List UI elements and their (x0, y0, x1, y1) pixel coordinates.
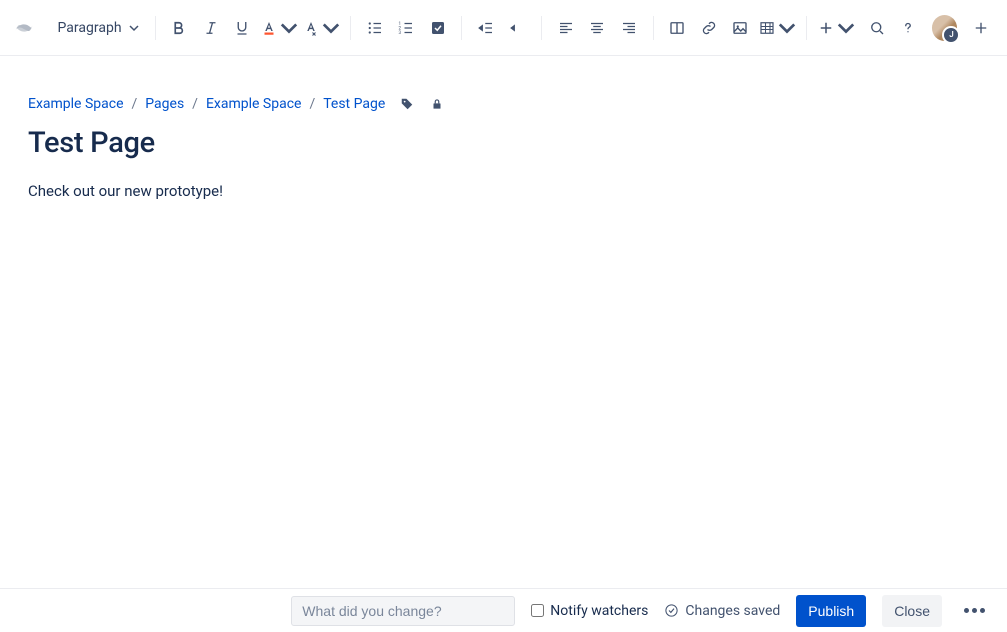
breadcrumb-link[interactable]: Pages (145, 96, 184, 112)
page-title[interactable]: Test Page (28, 126, 979, 160)
notify-watchers-label: Notify watchers (550, 603, 648, 619)
toolbar-divider (541, 16, 542, 40)
underline-button[interactable] (228, 14, 255, 42)
notify-watchers-toggle[interactable]: Notify watchers (531, 603, 648, 619)
more-actions-button[interactable] (958, 602, 991, 619)
check-circle-icon (664, 603, 679, 618)
close-button[interactable]: Close (882, 595, 942, 627)
save-status: Changes saved (664, 603, 780, 619)
confluence-logo (12, 16, 36, 40)
text-color-button[interactable] (260, 14, 298, 42)
user-avatar[interactable] (932, 15, 958, 41)
more-formatting-button[interactable] (302, 14, 340, 42)
breadcrumb-link[interactable]: Example Space (28, 96, 124, 112)
text-style-label: Paragraph (58, 20, 122, 36)
text-style-dropdown[interactable]: Paragraph (52, 16, 145, 40)
change-description-input[interactable] (291, 596, 515, 626)
save-status-label: Changes saved (685, 603, 780, 619)
breadcrumb-separator: / (309, 96, 315, 112)
editor-footer: Notify watchers Changes saved Publish Cl… (0, 588, 1007, 632)
task-list-button[interactable] (424, 14, 451, 42)
breadcrumb-link[interactable]: Example Space (206, 96, 302, 112)
restrictions-icon[interactable] (429, 96, 445, 112)
indent-button[interactable] (504, 14, 531, 42)
align-right-button[interactable] (615, 14, 642, 42)
bullet-list-button[interactable] (361, 14, 388, 42)
bold-button[interactable] (166, 14, 193, 42)
breadcrumb: Example Space / Pages / Example Space / … (28, 96, 979, 112)
toolbar-divider (653, 16, 654, 40)
editor-content[interactable]: Example Space / Pages / Example Space / … (0, 56, 1007, 240)
toolbar-divider (350, 16, 351, 40)
chevron-down-icon (837, 19, 855, 37)
editor-toolbar: Paragraph 123 (0, 0, 1007, 56)
layout-button[interactable] (664, 14, 691, 42)
chevron-down-icon (129, 23, 139, 33)
page-body-text[interactable]: Check out our new prototype! (28, 182, 979, 200)
help-button[interactable] (894, 14, 921, 42)
numbered-list-button[interactable]: 123 (392, 14, 419, 42)
chevron-down-icon (778, 19, 796, 37)
breadcrumb-separator: / (132, 96, 138, 112)
toolbar-divider (155, 16, 156, 40)
svg-text:3: 3 (399, 30, 402, 36)
link-button[interactable] (695, 14, 722, 42)
table-button[interactable] (758, 14, 796, 42)
chevron-down-icon (322, 19, 340, 37)
align-left-button[interactable] (552, 14, 579, 42)
publish-button[interactable]: Publish (796, 595, 866, 627)
image-button[interactable] (727, 14, 754, 42)
outdent-button[interactable] (472, 14, 499, 42)
italic-button[interactable] (197, 14, 224, 42)
breadcrumb-link[interactable]: Test Page (323, 96, 385, 112)
align-center-button[interactable] (584, 14, 611, 42)
insert-button[interactable] (817, 14, 855, 42)
chevron-down-icon (280, 19, 298, 37)
search-button[interactable] (863, 14, 890, 42)
breadcrumb-separator: / (192, 96, 198, 112)
invite-button[interactable] (967, 14, 994, 42)
toolbar-divider (461, 16, 462, 40)
toolbar-divider (806, 16, 807, 40)
notify-watchers-checkbox[interactable] (531, 604, 544, 617)
labels-icon[interactable] (399, 96, 415, 112)
